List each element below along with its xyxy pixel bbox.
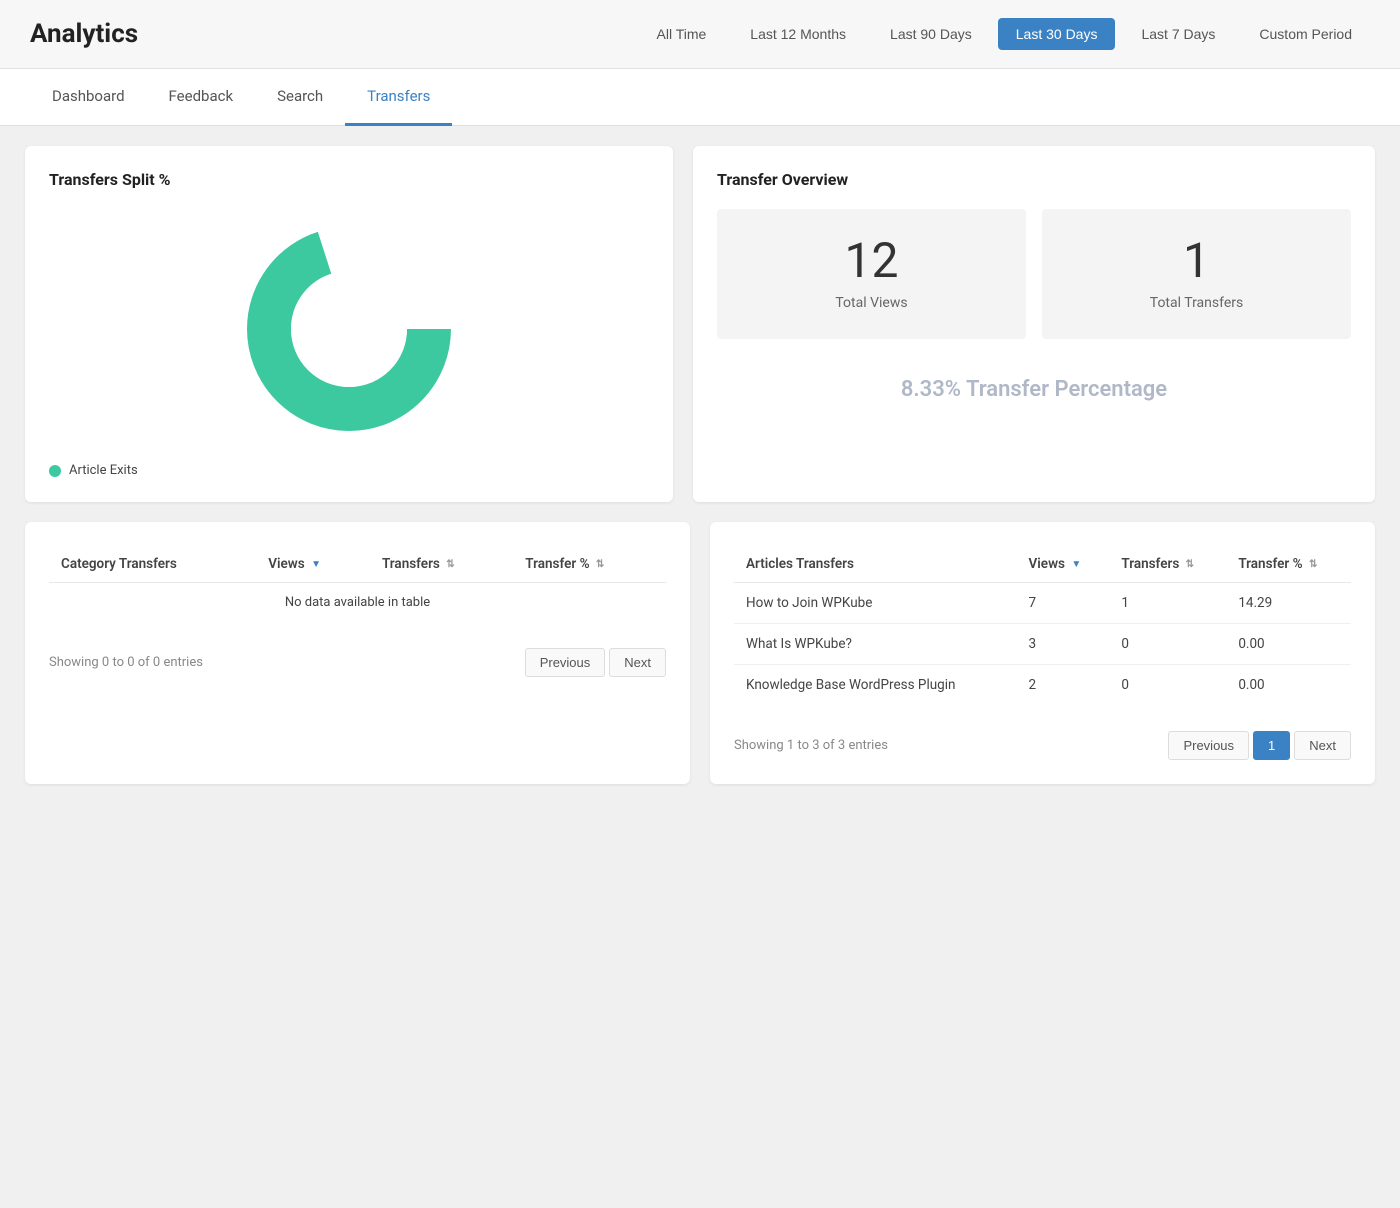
main-content: Transfers Split % Article Exits Transfer… (0, 126, 1400, 804)
tab-feedback[interactable]: Feedback (147, 69, 256, 126)
transfers-sort-icon: ⇅ (446, 559, 454, 570)
transfers-split-title: Transfers Split % (49, 170, 649, 189)
article-transfer-pct: 0.00 (1226, 624, 1351, 665)
article-name: Knowledge Base WordPress Plugin (734, 665, 1017, 706)
tab-search[interactable]: Search (255, 69, 345, 126)
stats-row: 12 Total Views 1 Total Transfers (717, 209, 1351, 339)
col-transfer-pct[interactable]: Transfer % ⇅ (513, 546, 666, 583)
col-article-transfer-pct[interactable]: Transfer % ⇅ (1226, 546, 1351, 583)
total-transfers-number: 1 (1062, 237, 1331, 285)
article-name: How to Join WPKube (734, 583, 1017, 624)
total-transfers-box: 1 Total Transfers (1042, 209, 1351, 339)
period-nav: All Time Last 12 Months Last 90 Days Las… (639, 18, 1371, 50)
articles-previous-btn[interactable]: Previous (1168, 731, 1249, 760)
total-transfers-label: Total Transfers (1062, 295, 1331, 311)
transfers-split-card: Transfers Split % Article Exits (25, 146, 673, 502)
table-row: How to Join WPKube 7 1 14.29 (734, 583, 1351, 624)
category-transfers-card: Category Transfers Views ▼ Transfers ⇅ T… (25, 522, 690, 784)
articles-page-1-btn[interactable]: 1 (1253, 731, 1290, 760)
article-views: 7 (1017, 583, 1110, 624)
period-last-90-days[interactable]: Last 90 Days (872, 18, 990, 50)
article-views: 3 (1017, 624, 1110, 665)
table-row: What Is WPKube? 3 0 0.00 (734, 624, 1351, 665)
period-last-12-months[interactable]: Last 12 Months (732, 18, 864, 50)
tabs-bar: Dashboard Feedback Search Transfers (0, 69, 1400, 126)
col-article-transfers[interactable]: Transfers ⇅ (1109, 546, 1226, 583)
category-table-footer: Showing 0 to 0 of 0 entries Previous Nex… (49, 638, 666, 677)
donut-container (49, 209, 649, 459)
total-views-label: Total Views (737, 295, 1006, 311)
tab-dashboard[interactable]: Dashboard (30, 69, 147, 126)
transfer-overview-card: Transfer Overview 12 Total Views 1 Total… (693, 146, 1375, 502)
articles-transfers-table: Articles Transfers Views ▼ Transfers ⇅ T… (734, 546, 1351, 705)
articles-table-footer: Showing 1 to 3 of 3 entries Previous 1 N… (734, 721, 1351, 760)
col-category: Category Transfers (49, 546, 256, 583)
article-name: What Is WPKube? (734, 624, 1017, 665)
tab-transfers[interactable]: Transfers (345, 69, 452, 126)
donut-chart (239, 219, 459, 439)
transfer-percentage-text: 8.33% Transfer Percentage (717, 367, 1351, 412)
articles-showing-text: Showing 1 to 3 of 3 entries (734, 738, 888, 753)
category-previous-btn[interactable]: Previous (525, 648, 606, 677)
legend-label: Article Exits (69, 463, 138, 478)
period-custom[interactable]: Custom Period (1241, 18, 1370, 50)
col-article: Articles Transfers (734, 546, 1017, 583)
header: Analytics All Time Last 12 Months Last 9… (0, 0, 1400, 69)
article-transfer-pct: 14.29 (1226, 583, 1351, 624)
legend-dot (49, 465, 61, 477)
articles-pagination: Previous 1 Next (1168, 731, 1351, 760)
transfer-overview-title: Transfer Overview (717, 170, 1351, 189)
article-transfers: 1 (1109, 583, 1226, 624)
category-showing-text: Showing 0 to 0 of 0 entries (49, 655, 203, 670)
no-data-text: No data available in table (49, 583, 666, 623)
page-title: Analytics (30, 19, 138, 49)
views-sort-icon: ▼ (311, 559, 321, 570)
bottom-row: Category Transfers Views ▼ Transfers ⇅ T… (25, 522, 1375, 784)
col-transfers[interactable]: Transfers ⇅ (370, 546, 513, 583)
article-transfer-pct: 0.00 (1226, 665, 1351, 706)
no-data-row: No data available in table (49, 583, 666, 623)
period-last-7-days[interactable]: Last 7 Days (1123, 18, 1233, 50)
article-views-sort-icon: ▼ (1071, 559, 1081, 570)
col-views[interactable]: Views ▼ (256, 546, 370, 583)
category-pagination: Previous Next (525, 648, 666, 677)
article-transfers-sort-icon: ⇅ (1186, 559, 1194, 570)
table-row: Knowledge Base WordPress Plugin 2 0 0.00 (734, 665, 1351, 706)
total-views-number: 12 (737, 237, 1006, 285)
category-transfers-table: Category Transfers Views ▼ Transfers ⇅ T… (49, 546, 666, 622)
period-last-30-days[interactable]: Last 30 Days (998, 18, 1116, 50)
article-transfer-pct-sort-icon: ⇅ (1309, 559, 1317, 570)
articles-next-btn[interactable]: Next (1294, 731, 1351, 760)
article-transfers: 0 (1109, 624, 1226, 665)
articles-transfers-card: Articles Transfers Views ▼ Transfers ⇅ T… (710, 522, 1375, 784)
period-all-time[interactable]: All Time (639, 18, 725, 50)
top-row: Transfers Split % Article Exits Transfer… (25, 146, 1375, 502)
transfer-pct-sort-icon: ⇅ (596, 559, 604, 570)
col-article-views[interactable]: Views ▼ (1017, 546, 1110, 583)
article-transfers: 0 (1109, 665, 1226, 706)
article-views: 2 (1017, 665, 1110, 706)
category-next-btn[interactable]: Next (609, 648, 666, 677)
legend: Article Exits (49, 463, 649, 478)
total-views-box: 12 Total Views (717, 209, 1026, 339)
